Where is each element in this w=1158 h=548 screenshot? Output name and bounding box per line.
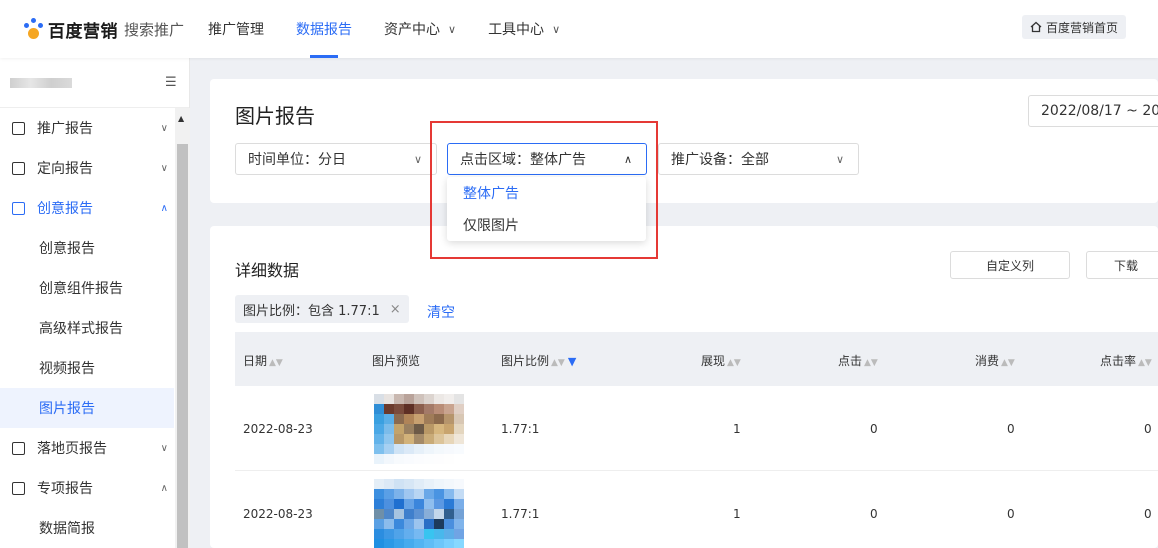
sidebar-menu: 推广报告 ∨ 定向报告 ∨ 创意报告 ∧ 创意报告 创意组件报告 高级样式报告 … [0, 108, 174, 548]
filter-icon[interactable]: ▼ [568, 355, 576, 368]
chevron-down-icon: ∨ [552, 22, 561, 36]
filter-chip: 图片比例：包含 1.77:1 × [235, 295, 409, 323]
cell-clicks: 0 [870, 507, 878, 521]
cell-date: 2022-08-23 [243, 422, 313, 436]
sidebar-scrollbar[interactable]: ▲ [175, 108, 190, 548]
chevron-up-icon: ∧ [160, 482, 168, 494]
image-preview-thumbnail[interactable] [374, 479, 464, 548]
customize-columns-button[interactable]: 自定义列 [950, 251, 1070, 279]
cell-impressions: 1 [733, 422, 741, 436]
home-icon [1030, 21, 1042, 33]
cell-ctr: 0 [1144, 507, 1152, 521]
baidu-paw-icon [22, 18, 44, 40]
sort-icon[interactable]: ▲▼ [551, 358, 565, 368]
sort-icon[interactable]: ▲▼ [1001, 358, 1015, 368]
chevron-down-icon: ∨ [413, 152, 422, 166]
sidebar-item-video-report[interactable]: 视频报告 [0, 348, 174, 388]
target-icon [12, 161, 25, 175]
cell-cost: 0 [1007, 422, 1015, 436]
sidebar-header: ☰ [0, 58, 189, 108]
cell-impressions: 1 [733, 507, 741, 521]
column-header-impressions[interactable]: 展现 ▲▼ [701, 352, 741, 369]
page-title: 图片报告 [235, 104, 315, 128]
nav-asset-center[interactable]: 资产中心 ∨ [384, 0, 456, 58]
chevron-up-icon: ∧ [160, 202, 168, 214]
cell-date: 2022-08-23 [243, 507, 313, 521]
chevron-down-icon: ∨ [835, 152, 844, 166]
report-filter-panel: 图片报告 2022/08/17 ~ 2022 时间单位：分日 ∨ 点击区域：整体… [210, 79, 1158, 203]
chart-icon [12, 121, 25, 135]
scrollbar-thumb[interactable] [177, 144, 188, 548]
nav-promotion-management[interactable]: 推广管理 [208, 0, 264, 58]
sidebar: ☰ 推广报告 ∨ 定向报告 ∨ 创意报告 ∧ 创意报告 创意组件报告 高级样式报… [0, 58, 190, 548]
column-header-clicks[interactable]: 点击 ▲▼ [838, 352, 878, 369]
scroll-up-arrow-icon[interactable]: ▲ [178, 114, 184, 123]
table-row: 2022-08-23 1.77:1 1 0 0 0 [235, 386, 1158, 471]
document-icon [12, 201, 25, 215]
chevron-down-icon: ∨ [160, 122, 168, 134]
account-name-blurred[interactable] [10, 77, 72, 88]
detail-data-panel: 详细数据 自定义列 下载 图片比例：包含 1.77:1 × 清空 日期 ▲▼ 图片… [210, 226, 1158, 548]
column-header-image-preview: 图片预览 [372, 354, 421, 368]
brand-logo[interactable]: 百度营销 搜索推广 [22, 17, 208, 42]
chevron-down-icon: ∨ [448, 22, 457, 36]
sidebar-item-image-report[interactable]: 图片报告 [0, 388, 174, 428]
home-button[interactable]: 百度营销首页 [1021, 15, 1126, 39]
cell-ctr: 0 [1144, 422, 1152, 436]
top-navbar: 百度营销 搜索推广 推广管理 数据报告 资产中心 ∨ 工具中心 ∨ 百度营销首页 [0, 0, 1158, 58]
cell-cost: 0 [1007, 507, 1015, 521]
sidebar-item-creative-component-report[interactable]: 创意组件报告 [0, 268, 174, 308]
sidebar-item-special-report[interactable]: 专项报告 ∧ [0, 468, 174, 508]
column-header-date[interactable]: 日期 ▲▼ [243, 352, 283, 369]
cell-ratio: 1.77:1 [501, 422, 540, 436]
sidebar-item-creative-report[interactable]: 创意报告 [0, 228, 174, 268]
download-button[interactable]: 下载 [1086, 251, 1158, 279]
chevron-up-icon: ∧ [623, 152, 632, 166]
sort-icon[interactable]: ▲▼ [269, 358, 283, 368]
dropdown-option-image-only[interactable]: 仅限图片 [447, 209, 646, 241]
brand-name: 百度营销 [48, 21, 118, 42]
cell-ratio: 1.77:1 [501, 507, 540, 521]
sort-icon[interactable]: ▲▼ [727, 358, 741, 368]
image-preview-thumbnail[interactable] [374, 394, 464, 464]
collapse-menu-icon[interactable]: ☰ [165, 75, 179, 90]
time-unit-select[interactable]: 时间单位：分日 ∨ [235, 143, 437, 175]
column-header-image-ratio[interactable]: 图片比例 ▲▼ ▼ [501, 352, 576, 369]
chevron-down-icon: ∨ [160, 162, 168, 174]
sidebar-item-landing-page-report[interactable]: 落地页报告 ∨ [0, 428, 174, 468]
cell-clicks: 0 [870, 422, 878, 436]
clear-filters-link[interactable]: 清空 [427, 302, 455, 322]
column-header-cost[interactable]: 消费 ▲▼ [975, 352, 1015, 369]
table-header: 日期 ▲▼ 图片预览 图片比例 ▲▼ ▼ 展现 ▲▼ 点击 ▲▼ 消费 ▲▼ 点击率 ▲▼ [235, 332, 1158, 386]
device-select[interactable]: 推广设备：全部 ∨ [658, 143, 859, 175]
detail-title: 详细数据 [235, 261, 300, 280]
product-name: 搜索推广 [124, 20, 185, 39]
sort-icon[interactable]: ▲▼ [864, 358, 878, 368]
sidebar-item-data-brief[interactable]: 数据简报 [0, 508, 174, 548]
sidebar-item-advanced-style-report[interactable]: 高级样式报告 [0, 308, 174, 348]
nav-data-report[interactable]: 数据报告 [296, 0, 352, 58]
click-area-dropdown: 整体广告 仅限图片 [447, 177, 646, 241]
dropdown-option-whole-ad[interactable]: 整体广告 [447, 177, 646, 209]
nav-tool-center[interactable]: 工具中心 ∨ [488, 0, 560, 58]
browser-icon [12, 441, 25, 455]
click-area-select[interactable]: 点击区域：整体广告 ∧ [447, 143, 647, 175]
date-range-picker[interactable]: 2022/08/17 ~ 2022 [1028, 95, 1158, 127]
chevron-down-icon: ∨ [160, 442, 168, 454]
list-icon [12, 481, 25, 495]
close-icon[interactable]: × [390, 302, 401, 317]
sort-icon[interactable]: ▲▼ [1138, 358, 1152, 368]
table-row: 2022-08-23 1.77:1 1 0 0 0 [235, 471, 1158, 548]
sidebar-item-creative-report-group[interactable]: 创意报告 ∧ [0, 188, 174, 228]
sidebar-item-targeting-report[interactable]: 定向报告 ∨ [0, 148, 174, 188]
sidebar-item-promotion-report[interactable]: 推广报告 ∨ [0, 108, 174, 148]
column-header-ctr[interactable]: 点击率 ▲▼ [1100, 352, 1152, 369]
